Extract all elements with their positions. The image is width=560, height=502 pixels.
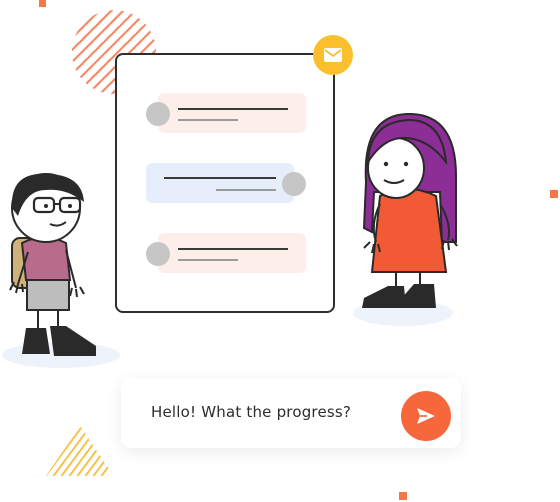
send-button[interactable]	[401, 391, 451, 441]
avatar-dot	[146, 242, 170, 266]
boy-character-illustration	[9, 173, 96, 356]
avatar-dot	[282, 172, 306, 196]
message-input-bar[interactable]: Hello! What the progress?	[121, 378, 461, 448]
confetti-square	[399, 492, 407, 500]
striped-triangle-decoration	[46, 426, 114, 476]
chat-bubble-incoming	[158, 233, 306, 273]
confetti-square	[39, 0, 46, 7]
message-text[interactable]: Hello! What the progress?	[151, 403, 351, 421]
girl-character-illustration	[362, 112, 458, 308]
confetti-square	[550, 190, 558, 198]
chat-bubble-outgoing	[146, 163, 294, 203]
avatar-dot	[146, 102, 170, 126]
mail-icon[interactable]	[313, 35, 353, 75]
send-icon	[417, 408, 435, 424]
chat-window-card	[115, 53, 335, 313]
chat-bubble-incoming	[158, 93, 306, 133]
